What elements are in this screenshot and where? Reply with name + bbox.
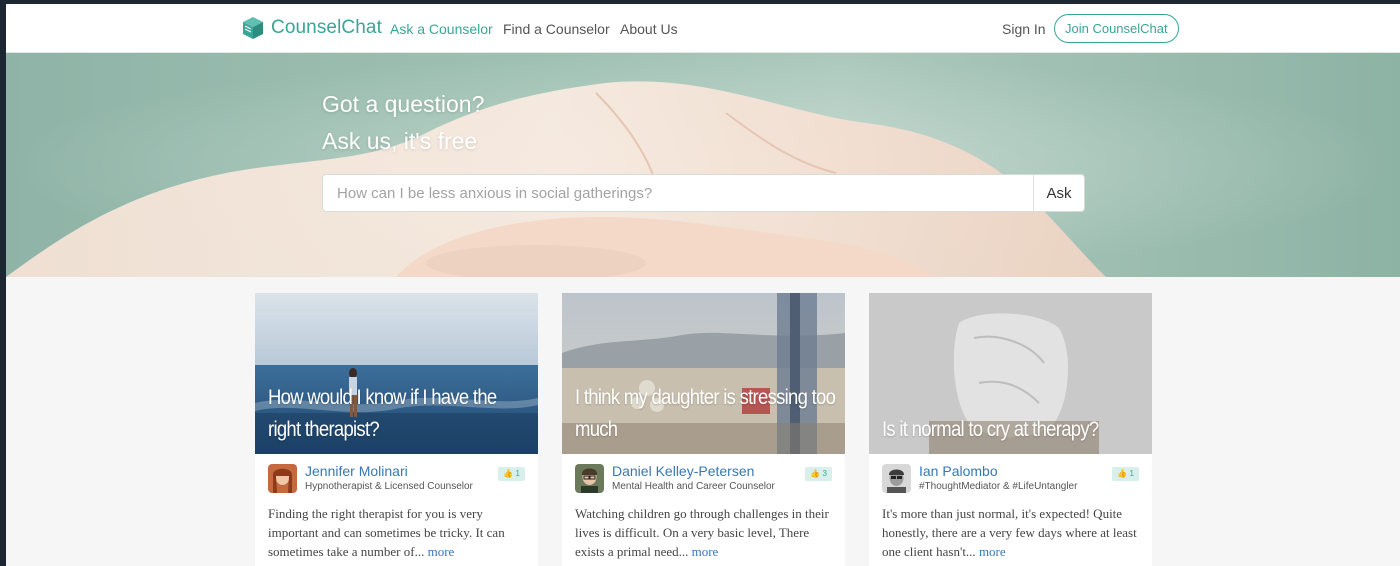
like-count: 3 (822, 469, 827, 478)
excerpt-text: It's more than just normal, it's expecte… (882, 506, 1137, 559)
question-card[interactable]: How would I know if I have the right the… (255, 293, 538, 566)
avatar[interactable] (268, 464, 297, 493)
card-image: I think my daughter is stressing too muc… (562, 293, 845, 454)
avatar[interactable] (575, 464, 604, 493)
like-count: 1 (1129, 469, 1134, 478)
more-link[interactable]: more (692, 544, 719, 559)
counselor-text: Daniel Kelley-Petersen Mental Health and… (612, 464, 775, 493)
card-image: How would I know if I have the right the… (255, 293, 538, 454)
thumbs-up-icon: 👍 (503, 469, 514, 478)
counselor-role: Mental Health and Career Counselor (612, 481, 775, 492)
answer-excerpt: Finding the right therapist for you is v… (268, 504, 530, 561)
excerpt-text: Finding the right therapist for you is v… (268, 506, 505, 559)
hero-heading: Got a question? (322, 91, 485, 117)
counselor-text: Jennifer Molinari Hypnotherapist & Licen… (305, 464, 473, 493)
like-badge[interactable]: 👍 1 (1112, 467, 1139, 481)
question-card[interactable]: Is it normal to cry at therapy? Ian Palo… (869, 293, 1152, 566)
counselor-text: Ian Palombo #ThoughtMediator & #LifeUnta… (919, 464, 1077, 493)
counselor-photo (268, 464, 297, 493)
answer-excerpt: Watching children go through challenges … (575, 504, 837, 561)
brand-name: CounselChat (271, 17, 382, 38)
more-link[interactable]: more (979, 544, 1006, 559)
card-image: Is it normal to cry at therapy? (869, 293, 1152, 454)
like-badge[interactable]: 👍 3 (805, 467, 832, 481)
card-title[interactable]: How would I know if I have the right the… (268, 382, 532, 446)
avatar[interactable] (882, 464, 911, 493)
hands-background-image (6, 53, 1400, 277)
counselor-info: Jennifer Molinari Hypnotherapist & Licen… (268, 464, 473, 493)
counselor-name[interactable]: Daniel Kelley-Petersen (612, 464, 775, 479)
counselor-role: Hypnotherapist & Licensed Counselor (305, 481, 473, 492)
sign-in-link[interactable]: Sign In (1002, 21, 1046, 37)
counselor-photo (882, 464, 911, 493)
counselor-role: #ThoughtMediator & #LifeUntangler (919, 481, 1078, 492)
like-count: 1 (515, 469, 520, 478)
thumbs-up-icon: 👍 (810, 469, 821, 478)
counselor-info: Daniel Kelley-Petersen Mental Health and… (575, 464, 775, 493)
card-title[interactable]: Is it normal to cry at therapy? (882, 414, 1146, 446)
counselor-info: Ian Palombo #ThoughtMediator & #LifeUnta… (882, 464, 1077, 493)
question-search-bar: Ask (322, 174, 1085, 212)
hero-subheading: Ask us, it's free (322, 128, 478, 154)
ask-button[interactable]: Ask (1033, 175, 1084, 211)
brand-logo[interactable]: CounselChat (242, 16, 382, 40)
question-input[interactable] (323, 175, 1033, 211)
hero-banner: Got a question? Ask us, it's free Ask (6, 53, 1400, 277)
top-navbar: CounselChat Ask a Counselor Find a Couns… (6, 4, 1400, 53)
counselor-photo (575, 464, 604, 493)
nav-find-a-counselor[interactable]: Find a Counselor (503, 21, 610, 37)
question-card[interactable]: I think my daughter is stressing too muc… (562, 293, 845, 566)
answer-excerpt: It's more than just normal, it's expecte… (882, 504, 1144, 561)
card-title[interactable]: I think my daughter is stressing too muc… (575, 382, 839, 446)
thumbs-up-icon: 👍 (1117, 469, 1128, 478)
more-link[interactable]: more (428, 544, 455, 559)
page: CounselChat Ask a Counselor Find a Couns… (6, 4, 1400, 566)
book-cube-icon (243, 17, 263, 39)
counselor-name[interactable]: Jennifer Molinari (305, 464, 473, 479)
nav-ask-a-counselor[interactable]: Ask a Counselor (390, 21, 493, 37)
counselor-name[interactable]: Ian Palombo (919, 464, 1077, 479)
join-button[interactable]: Join CounselChat (1054, 14, 1179, 43)
like-badge[interactable]: 👍 1 (498, 467, 525, 481)
nav-about-us[interactable]: About Us (620, 21, 678, 37)
